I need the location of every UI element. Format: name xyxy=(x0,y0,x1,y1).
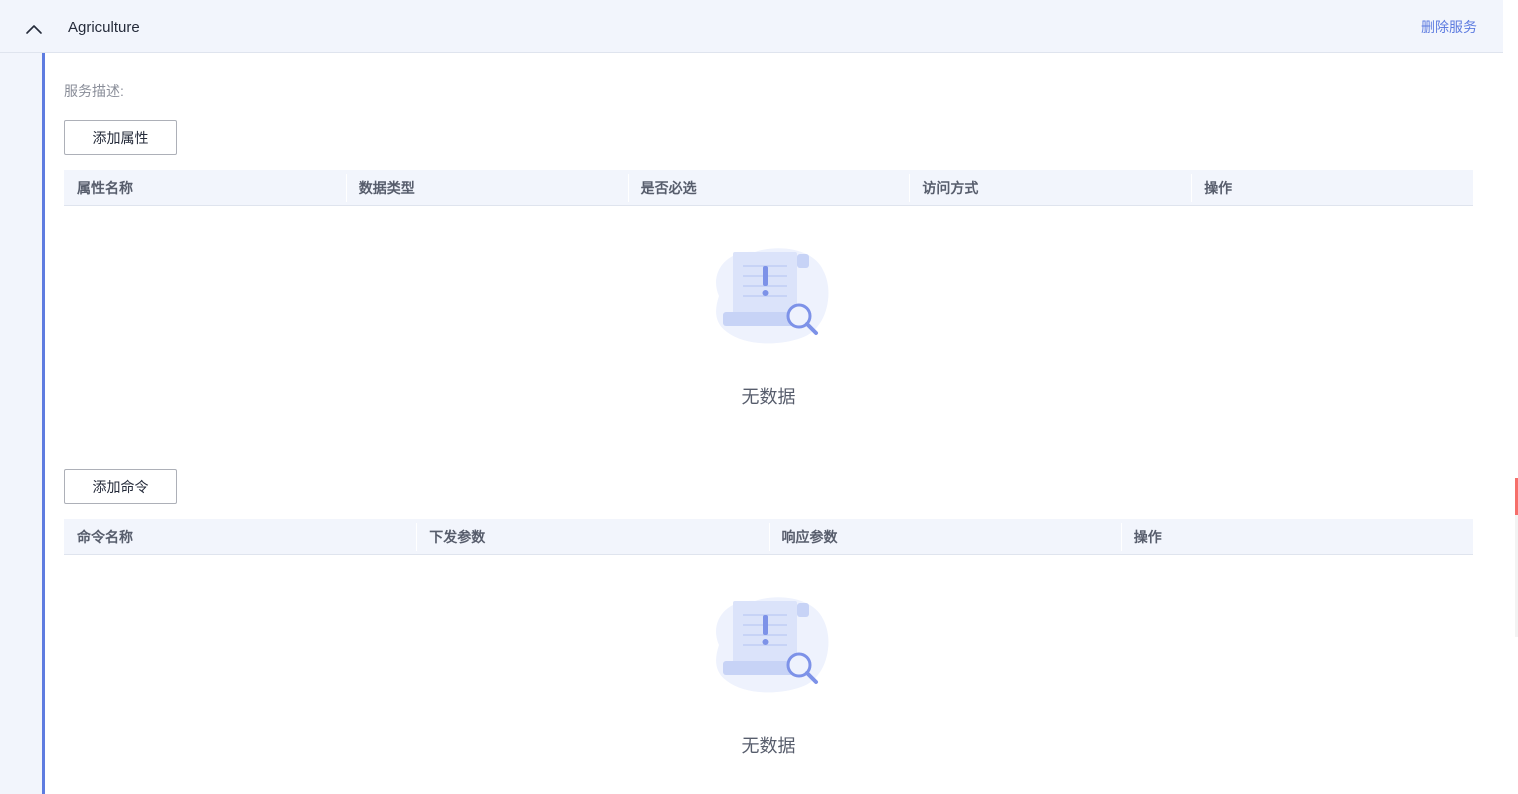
column-header: 命令名称 xyxy=(77,528,133,545)
empty-text: 无数据 xyxy=(741,736,796,756)
column-header: 属性名称 xyxy=(77,179,133,196)
no-data-icon xyxy=(705,244,835,348)
service-title: Agriculture xyxy=(68,19,140,36)
accent-bar xyxy=(42,53,45,794)
properties-table-header: 属性名称 数据类型 是否必选 访问方式 操作 xyxy=(64,170,1473,206)
delete-service-link[interactable]: 删除服务 xyxy=(1421,17,1477,37)
service-panel: Agriculture 删除服务 服务描述: 添加属性 属性名称 数据类型 是否… xyxy=(0,0,1518,794)
column-header: 响应参数 xyxy=(768,519,1121,554)
column-header: 操作 xyxy=(1120,519,1473,554)
commands-empty-state: 无数据 xyxy=(64,555,1473,775)
properties-empty-state: 无数据 xyxy=(64,206,1473,426)
commands-table-header: 命令名称 下发参数 响应参数 操作 xyxy=(64,519,1473,555)
column-header: 操作 xyxy=(1191,170,1473,205)
column-header: 数据类型 xyxy=(345,170,628,205)
empty-text: 无数据 xyxy=(741,387,796,407)
chevron-up-icon[interactable] xyxy=(18,14,50,42)
column-header: 访问方式 xyxy=(909,170,1191,205)
service-description-label: 服务描述: xyxy=(64,83,124,99)
column-header: 下发参数 xyxy=(416,519,768,554)
left-gutter xyxy=(0,53,42,794)
no-data-icon xyxy=(705,593,835,697)
add-property-button[interactable]: 添加属性 xyxy=(64,120,177,155)
add-command-button[interactable]: 添加命令 xyxy=(64,469,177,504)
service-header: Agriculture 删除服务 xyxy=(0,0,1503,53)
column-header: 是否必选 xyxy=(627,170,910,205)
